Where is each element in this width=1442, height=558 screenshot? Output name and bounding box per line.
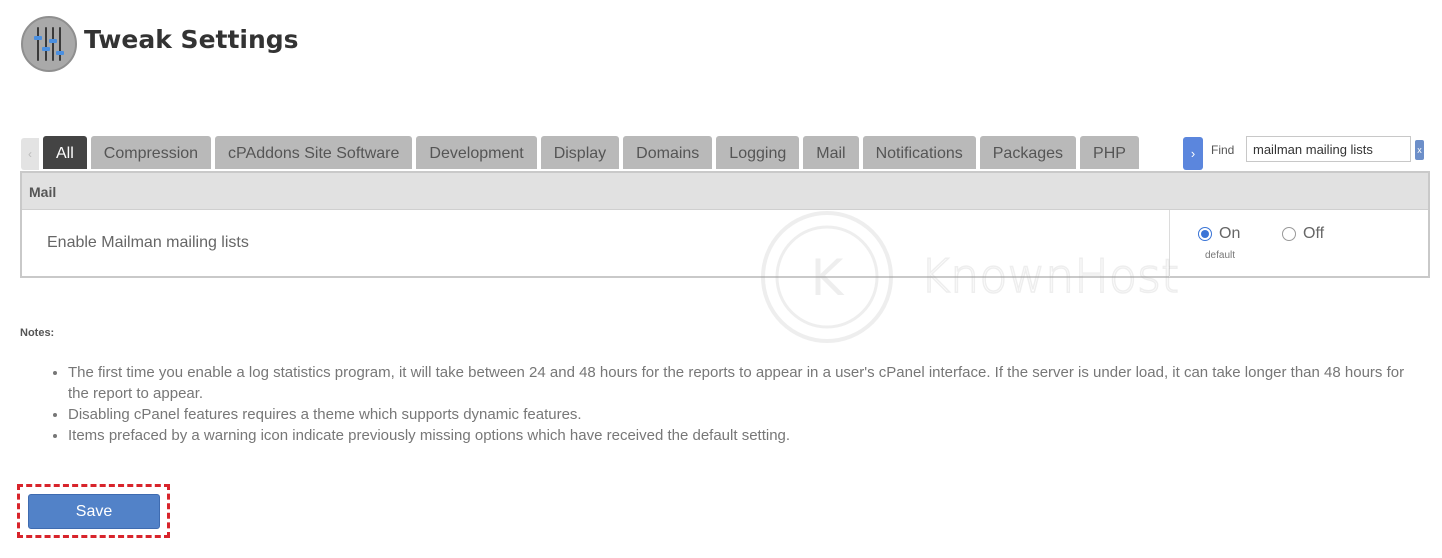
find-input[interactable] [1246, 136, 1411, 162]
note-item: Items prefaced by a warning icon indicat… [68, 425, 1428, 446]
setting-label: Enable Mailman mailing lists [47, 234, 249, 251]
sliders-icon [21, 16, 77, 72]
tab-all[interactable]: All [43, 136, 87, 169]
page-title: Tweak Settings [84, 25, 299, 54]
radio-on[interactable] [1198, 227, 1212, 241]
radio-off-label: Off [1303, 225, 1325, 242]
tab-mail[interactable]: Mail [803, 136, 859, 169]
tab-compression[interactable]: Compression [90, 136, 212, 169]
category-tabs: ‹ All Compression cPAddons Site Software De… [21, 136, 1429, 171]
tab-scroll-left-button[interactable]: ‹ [21, 138, 39, 170]
column-divider [1169, 210, 1170, 277]
tab-list: All Compression cPAddons Site Software Deve… [43, 136, 1183, 171]
settings-table: Mail Enable Mailman mailing lists On Off… [20, 171, 1430, 278]
radio-on-option[interactable]: On [1198, 225, 1240, 243]
notes-list: The first time you enable a log statisti… [48, 362, 1428, 446]
radio-on-label: On [1219, 225, 1241, 242]
radio-off-option[interactable]: Off [1282, 225, 1324, 243]
notes-title: Notes: [20, 327, 55, 339]
radio-off[interactable] [1282, 227, 1296, 241]
tab-display[interactable]: Display [540, 136, 620, 169]
tab-cpaddons-site-software[interactable]: cPAddons Site Software [215, 136, 413, 169]
note-item: The first time you enable a log statisti… [68, 362, 1428, 404]
tab-packages[interactable]: Packages [979, 136, 1077, 169]
tab-domains[interactable]: Domains [623, 136, 713, 169]
tab-development[interactable]: Development [416, 136, 537, 169]
default-note: default [1205, 250, 1236, 261]
setting-row: Enable Mailman mailing lists On Off defa… [22, 210, 1428, 277]
tab-scroll-right-button[interactable]: › [1183, 137, 1203, 170]
find-clear-button[interactable]: x [1415, 140, 1424, 160]
tab-logging[interactable]: Logging [716, 136, 800, 169]
section-header-mail: Mail [22, 173, 1428, 210]
tab-notifications[interactable]: Notifications [862, 136, 976, 169]
find-label: Find [1211, 143, 1235, 157]
save-button[interactable]: Save [28, 494, 160, 529]
note-item: Disabling cPanel features requires a the… [68, 404, 1428, 425]
tab-php[interactable]: PHP [1080, 136, 1139, 169]
